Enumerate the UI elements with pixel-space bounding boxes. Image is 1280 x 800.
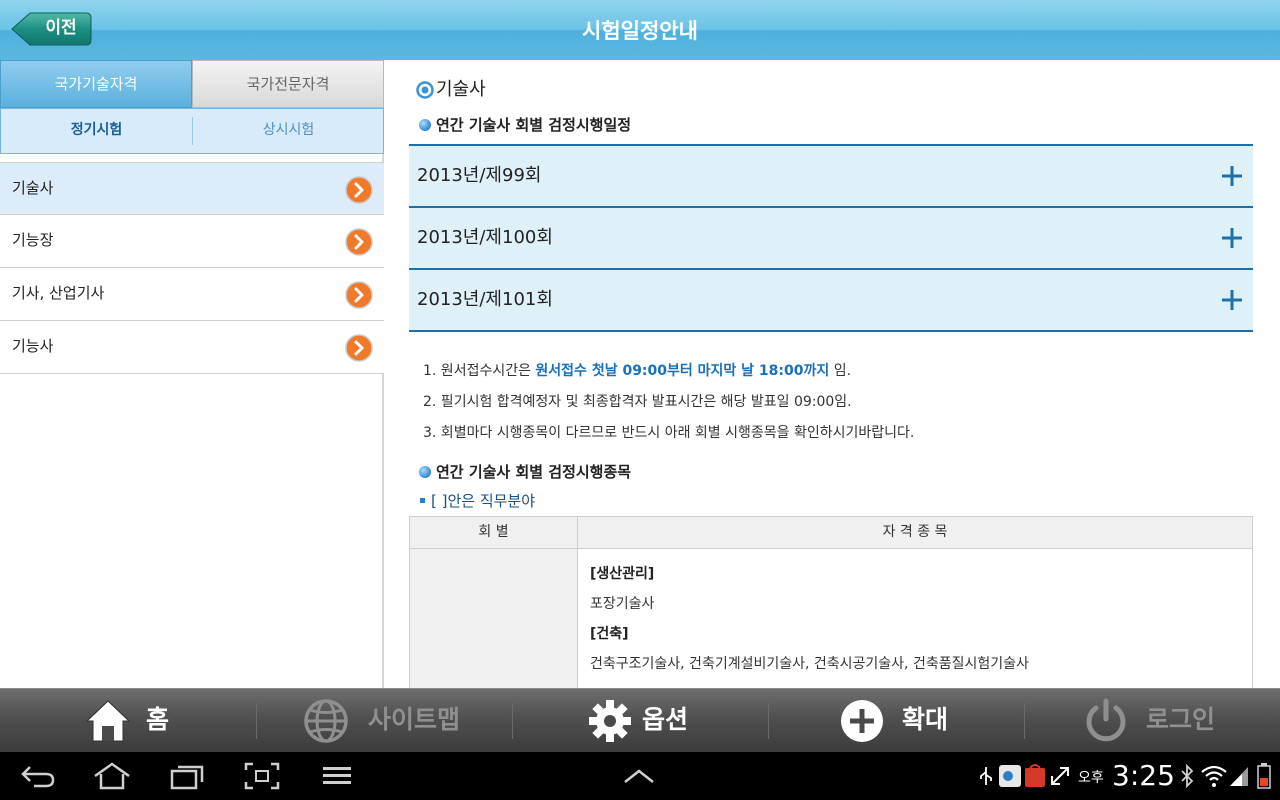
notice-list: 1. 원서접수시간은 원서접수 첫날 09:00부터 마지막 날 18:00까지… bbox=[423, 356, 1253, 449]
expand-plus-icon bbox=[1222, 228, 1242, 248]
accordion-item-label: 2013년/제99회 bbox=[417, 165, 542, 186]
back-button[interactable]: 이전 bbox=[10, 12, 92, 46]
tab-regular-exam[interactable]: 정기시험 bbox=[1, 109, 192, 153]
field-note-text: [ ]안은 직무분야 bbox=[431, 492, 536, 510]
toolbar-home-label: 홈 bbox=[146, 705, 170, 734]
notice-item: 2. 필기시험 합격예정자 및 최종합격자 발표시간은 해당 발표일 09:00… bbox=[423, 394, 852, 410]
bluetooth-icon bbox=[1181, 764, 1194, 788]
sidebar-item-label: 기능장 bbox=[12, 231, 54, 249]
dot-bullet-icon bbox=[419, 466, 431, 478]
exam-level-list: 기술사 기능장 기사, 산업기사 기능사 bbox=[0, 162, 384, 374]
expand-plus-icon bbox=[1222, 166, 1242, 186]
accordion-item-round-100[interactable]: 2013년/제100회 bbox=[409, 206, 1253, 268]
notice-text: 임. bbox=[829, 363, 852, 379]
table-header-round: 회 별 bbox=[410, 517, 578, 548]
toolbar-sitemap-button[interactable]: 사이트맵 bbox=[256, 689, 512, 753]
system-nav-bar: 오후 3:25 bbox=[0, 752, 1280, 800]
table-row: 포장기술사 bbox=[590, 596, 655, 612]
notice-item: 1. 원서접수시간은 원서접수 첫날 09:00부터 마지막 날 18:00까지… bbox=[423, 356, 1253, 387]
page-title: 시험일정안내 bbox=[582, 19, 698, 43]
tab-national-professional[interactable]: 국가전문자격 bbox=[192, 60, 384, 108]
zoom-plus-icon bbox=[841, 700, 883, 742]
chevron-right-icon bbox=[345, 176, 373, 204]
globe-icon bbox=[304, 699, 348, 743]
exam-type-tabs: 정기시험 상시시험 bbox=[0, 108, 384, 154]
field-note: [ ]안은 직무분야 bbox=[420, 490, 535, 512]
accordion-item-round-101[interactable]: 2013년/제101회 bbox=[409, 268, 1253, 332]
ring-bullet-icon bbox=[416, 81, 434, 99]
sidebar-item-engineer-industrial[interactable]: 기사, 산업기사 bbox=[0, 268, 384, 321]
table-row: [건축] bbox=[590, 626, 629, 642]
schedule-heading: 연간 기술사 회별 검정시행일정 bbox=[419, 114, 631, 136]
section-title-text: 기술사 bbox=[436, 79, 486, 100]
category-tabs: 국가기술자격 국가전문자격 bbox=[0, 60, 384, 108]
sidebar: 국가기술자격 국가전문자격 정기시험 상시시험 기술사 기능장 기사, 산업기사… bbox=[0, 60, 384, 688]
notice-item: 3. 회별마다 시행종목이 다르므로 반드시 아래 회별 시행종목을 확인하시기… bbox=[423, 425, 915, 441]
recent-apps-icon[interactable] bbox=[168, 762, 206, 790]
home-icon bbox=[85, 700, 131, 742]
notice-highlight: 원서접수 첫날 09:00부터 마지막 날 18:00까지 bbox=[535, 363, 830, 379]
bottom-toolbar: 홈 사이트맵 옵션 확대 로그인 bbox=[0, 688, 1280, 752]
accordion-item-label: 2013년/제100회 bbox=[417, 227, 553, 248]
app-root: 시험일정안내 이전 국가기술자격 국가전문자격 정기시험 상시시험 기술사 기능… bbox=[0, 0, 1280, 800]
wifi-icon bbox=[1201, 765, 1227, 787]
table-row: [생산관리] bbox=[590, 566, 655, 582]
screenshot-icon[interactable] bbox=[244, 762, 280, 790]
sidebar-item-label: 기능사 bbox=[12, 337, 54, 355]
toolbar-zoom-label: 확대 bbox=[902, 705, 949, 734]
table-cell-items: [생산관리] 포장기술사 [건축] 건축구조기술사, 건축기계설비기술사, 건축… bbox=[590, 559, 1240, 679]
toolbar-options-label: 옵션 bbox=[642, 705, 689, 734]
sidebar-item-label: 기사, 산업기사 bbox=[12, 284, 105, 302]
tab-continuous-exam[interactable]: 상시시험 bbox=[193, 109, 384, 153]
items-heading-text: 연간 기술사 회별 검정시행종목 bbox=[436, 463, 632, 481]
chevron-up-icon[interactable] bbox=[622, 762, 656, 790]
toolbar-zoom-button[interactable]: 확대 bbox=[768, 689, 1024, 753]
menu-icon[interactable] bbox=[322, 762, 352, 790]
back-button-label: 이전 bbox=[45, 18, 77, 38]
main-content: 기술사 연간 기술사 회별 검정시행일정 2013년/제99회 2013년/제1… bbox=[386, 60, 1280, 688]
tab-national-technical[interactable]: 국가기술자격 bbox=[0, 60, 192, 108]
sidebar-item-master-craftsman[interactable]: 기능장 bbox=[0, 215, 384, 268]
toolbar-login-button[interactable]: 로그인 bbox=[1024, 689, 1280, 753]
round-accordion: 2013년/제99회 2013년/제100회 2013년/제101회 bbox=[409, 144, 1253, 332]
square-bullet-icon bbox=[420, 498, 425, 503]
table-header-row: 회 별 자 격 종 목 bbox=[410, 517, 1252, 549]
expand-plus-icon bbox=[1222, 290, 1242, 310]
notice-text: 1. 원서접수시간은 bbox=[423, 363, 536, 379]
clock-ampm: 오후 bbox=[1078, 770, 1104, 786]
gear-icon bbox=[589, 700, 631, 742]
toolbar-sitemap-label: 사이트맵 bbox=[368, 705, 461, 734]
accordion-item-label: 2013년/제101회 bbox=[417, 289, 553, 310]
usb-icon bbox=[980, 767, 992, 785]
dot-bullet-icon bbox=[419, 119, 431, 131]
chevron-right-icon bbox=[345, 334, 373, 362]
store-notification-icon bbox=[1025, 764, 1045, 787]
sidebar-item-professional-engineer[interactable]: 기술사 bbox=[0, 162, 384, 215]
battery-icon bbox=[1257, 763, 1271, 789]
toolbar-login-label: 로그인 bbox=[1146, 705, 1216, 734]
accordion-item-round-99[interactable]: 2013년/제99회 bbox=[409, 144, 1253, 206]
sync-icon bbox=[1051, 767, 1069, 785]
exam-items-table: 회 별 자 격 종 목 [생산관리] 포장기술사 [건축] 건축구조기술사, 건… bbox=[409, 516, 1253, 688]
app-notification-icon bbox=[999, 765, 1021, 787]
back-nav-icon[interactable] bbox=[20, 762, 56, 790]
table-cell-round bbox=[410, 549, 578, 688]
sidebar-item-craftsman[interactable]: 기능사 bbox=[0, 321, 384, 374]
chevron-right-icon bbox=[345, 228, 373, 256]
items-heading: 연간 기술사 회별 검정시행종목 bbox=[419, 461, 631, 483]
toolbar-options-button[interactable]: 옵션 bbox=[512, 689, 768, 753]
schedule-heading-text: 연간 기술사 회별 검정시행일정 bbox=[436, 116, 632, 134]
clock-time: 3:25 bbox=[1112, 759, 1175, 792]
header-bar: 시험일정안내 이전 bbox=[0, 0, 1280, 60]
table-row: 건축구조기술사, 건축기계설비기술사, 건축시공기술사, 건축품질시험기술사 bbox=[590, 656, 1029, 672]
signal-icon bbox=[1230, 767, 1248, 786]
sidebar-item-label: 기술사 bbox=[12, 179, 54, 197]
home-nav-icon[interactable] bbox=[92, 762, 132, 790]
table-header-items: 자 격 종 목 bbox=[882, 524, 948, 540]
power-icon bbox=[1086, 698, 1126, 742]
chevron-right-icon bbox=[345, 281, 373, 309]
toolbar-home-button[interactable]: 홈 bbox=[0, 689, 256, 753]
